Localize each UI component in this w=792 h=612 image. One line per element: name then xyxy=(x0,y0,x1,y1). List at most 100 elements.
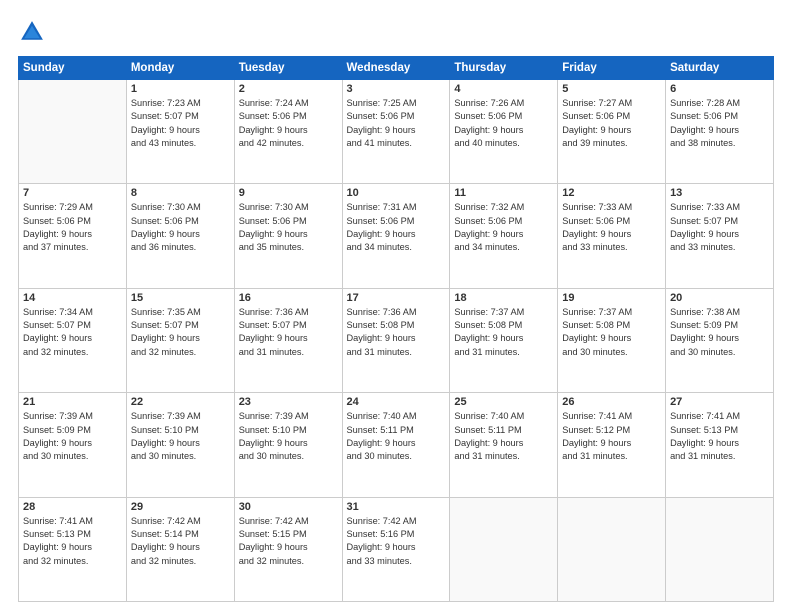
cell-info: Sunrise: 7:41 AMSunset: 5:13 PMDaylight:… xyxy=(23,515,122,568)
calendar-cell: 23Sunrise: 7:39 AMSunset: 5:10 PMDayligh… xyxy=(234,393,342,497)
cell-info: Sunrise: 7:24 AMSunset: 5:06 PMDaylight:… xyxy=(239,97,338,150)
cell-info: Sunrise: 7:40 AMSunset: 5:11 PMDaylight:… xyxy=(347,410,446,463)
cell-info: Sunrise: 7:39 AMSunset: 5:09 PMDaylight:… xyxy=(23,410,122,463)
day-number: 25 xyxy=(454,396,553,408)
cell-info: Sunrise: 7:33 AMSunset: 5:07 PMDaylight:… xyxy=(670,201,769,254)
day-number: 13 xyxy=(670,187,769,199)
day-number: 9 xyxy=(239,187,338,199)
week-row-4: 28 Sunrise: 7:41 AMSunset: 5:13 PMDayligh… xyxy=(19,497,774,601)
calendar-cell: 11 Sunrise: 7:32 AMSunset: 5:06 PMDayligh… xyxy=(450,184,558,288)
calendar-cell: 4 Sunrise: 7:26 AMSunset: 5:06 PMDaylight… xyxy=(450,80,558,184)
week-row-3: 21 Sunrise: 7:39 AMSunset: 5:09 PMDayligh… xyxy=(19,393,774,497)
calendar-cell: 25 Sunrise: 7:40 AMSunset: 5:11 PMDayligh… xyxy=(450,393,558,497)
day-number: 4 xyxy=(454,83,553,95)
day-number: 22 xyxy=(131,396,230,408)
calendar-cell: 14 Sunrise: 7:34 AMSunset: 5:07 PMDayligh… xyxy=(19,288,127,392)
calendar-cell: 29 Sunrise: 7:42 AMSunset: 5:14 PMDayligh… xyxy=(126,497,234,601)
calendar-cell: 20 Sunrise: 7:38 AMSunset: 5:09 PMDayligh… xyxy=(666,288,774,392)
calendar-cell: 15Sunrise: 7:35 AMSunset: 5:07 PMDayligh… xyxy=(126,288,234,392)
calendar-cell xyxy=(19,80,127,184)
day-number: 30 xyxy=(239,501,338,513)
cell-info: Sunrise: 7:37 AMSunset: 5:08 PMDaylight:… xyxy=(562,306,661,359)
cell-info: Sunrise: 7:30 AMSunset: 5:06 PMDaylight:… xyxy=(131,201,230,254)
calendar-cell: 2 Sunrise: 7:24 AMSunset: 5:06 PMDaylight… xyxy=(234,80,342,184)
cell-info: Sunrise: 7:36 AMSunset: 5:08 PMDaylight:… xyxy=(347,306,446,359)
cell-info: Sunrise: 7:40 AMSunset: 5:11 PMDaylight:… xyxy=(454,410,553,463)
week-row-1: 7Sunrise: 7:29 AMSunset: 5:06 PMDaylight… xyxy=(19,184,774,288)
cell-info: Sunrise: 7:25 AMSunset: 5:06 PMDaylight:… xyxy=(347,97,446,150)
cell-info: Sunrise: 7:41 AMSunset: 5:13 PMDaylight:… xyxy=(670,410,769,463)
cell-info: Sunrise: 7:26 AMSunset: 5:06 PMDaylight:… xyxy=(454,97,553,150)
day-number: 26 xyxy=(562,396,661,408)
calendar-cell: 17Sunrise: 7:36 AMSunset: 5:08 PMDayligh… xyxy=(342,288,450,392)
weekday-header-sunday: Sunday xyxy=(19,57,127,80)
calendar-cell: 5Sunrise: 7:27 AMSunset: 5:06 PMDaylight… xyxy=(558,80,666,184)
cell-info: Sunrise: 7:34 AMSunset: 5:07 PMDaylight:… xyxy=(23,306,122,359)
calendar-cell: 28 Sunrise: 7:41 AMSunset: 5:13 PMDayligh… xyxy=(19,497,127,601)
page: SundayMondayTuesdayWednesdayThursdayFrid… xyxy=(0,0,792,612)
day-number: 11 xyxy=(454,187,553,199)
cell-info: Sunrise: 7:30 AMSunset: 5:06 PMDaylight:… xyxy=(239,201,338,254)
cell-info: Sunrise: 7:42 AMSunset: 5:16 PMDaylight:… xyxy=(347,515,446,568)
calendar-cell xyxy=(450,497,558,601)
day-number: 3 xyxy=(347,83,446,95)
day-number: 10 xyxy=(347,187,446,199)
calendar-cell xyxy=(666,497,774,601)
header xyxy=(18,18,774,46)
calendar-cell: 6 Sunrise: 7:28 AMSunset: 5:06 PMDaylight… xyxy=(666,80,774,184)
weekday-header-thursday: Thursday xyxy=(450,57,558,80)
cell-info: Sunrise: 7:28 AMSunset: 5:06 PMDaylight:… xyxy=(670,97,769,150)
calendar-cell: 30 Sunrise: 7:42 AMSunset: 5:15 PMDayligh… xyxy=(234,497,342,601)
weekday-header-monday: Monday xyxy=(126,57,234,80)
day-number: 28 xyxy=(23,501,122,513)
day-number: 12 xyxy=(562,187,661,199)
calendar-cell: 27 Sunrise: 7:41 AMSunset: 5:13 PMDayligh… xyxy=(666,393,774,497)
day-number: 20 xyxy=(670,292,769,304)
calendar-cell: 31 Sunrise: 7:42 AMSunset: 5:16 PMDayligh… xyxy=(342,497,450,601)
day-number: 16 xyxy=(239,292,338,304)
logo xyxy=(18,18,50,46)
calendar-cell: 7Sunrise: 7:29 AMSunset: 5:06 PMDaylight… xyxy=(19,184,127,288)
calendar-cell: 1Sunrise: 7:23 AMSunset: 5:07 PMDaylight… xyxy=(126,80,234,184)
day-number: 21 xyxy=(23,396,122,408)
calendar-cell: 13 Sunrise: 7:33 AMSunset: 5:07 PMDayligh… xyxy=(666,184,774,288)
calendar-cell: 16 Sunrise: 7:36 AMSunset: 5:07 PMDayligh… xyxy=(234,288,342,392)
day-number: 2 xyxy=(239,83,338,95)
cell-info: Sunrise: 7:39 AMSunset: 5:10 PMDaylight:… xyxy=(131,410,230,463)
calendar-cell: 19 Sunrise: 7:37 AMSunset: 5:08 PMDayligh… xyxy=(558,288,666,392)
cell-info: Sunrise: 7:42 AMSunset: 5:14 PMDaylight:… xyxy=(131,515,230,568)
cell-info: Sunrise: 7:31 AMSunset: 5:06 PMDaylight:… xyxy=(347,201,446,254)
day-number: 19 xyxy=(562,292,661,304)
calendar-cell: 26Sunrise: 7:41 AMSunset: 5:12 PMDayligh… xyxy=(558,393,666,497)
day-number: 29 xyxy=(131,501,230,513)
cell-info: Sunrise: 7:42 AMSunset: 5:15 PMDaylight:… xyxy=(239,515,338,568)
weekday-header-wednesday: Wednesday xyxy=(342,57,450,80)
calendar-cell: 8Sunrise: 7:30 AMSunset: 5:06 PMDaylight… xyxy=(126,184,234,288)
day-number: 5 xyxy=(562,83,661,95)
weekday-header-friday: Friday xyxy=(558,57,666,80)
cell-info: Sunrise: 7:32 AMSunset: 5:06 PMDaylight:… xyxy=(454,201,553,254)
day-number: 27 xyxy=(670,396,769,408)
cell-info: Sunrise: 7:36 AMSunset: 5:07 PMDaylight:… xyxy=(239,306,338,359)
day-number: 14 xyxy=(23,292,122,304)
calendar-cell xyxy=(558,497,666,601)
calendar-cell: 9 Sunrise: 7:30 AMSunset: 5:06 PMDaylight… xyxy=(234,184,342,288)
day-number: 31 xyxy=(347,501,446,513)
weekday-header-saturday: Saturday xyxy=(666,57,774,80)
week-row-2: 14 Sunrise: 7:34 AMSunset: 5:07 PMDayligh… xyxy=(19,288,774,392)
day-number: 6 xyxy=(670,83,769,95)
calendar-cell: 18Sunrise: 7:37 AMSunset: 5:08 PMDayligh… xyxy=(450,288,558,392)
calendar-cell: 10 Sunrise: 7:31 AMSunset: 5:06 PMDayligh… xyxy=(342,184,450,288)
cell-info: Sunrise: 7:29 AMSunset: 5:06 PMDaylight:… xyxy=(23,201,122,254)
weekday-header-row: SundayMondayTuesdayWednesdayThursdayFrid… xyxy=(19,57,774,80)
cell-info: Sunrise: 7:33 AMSunset: 5:06 PMDaylight:… xyxy=(562,201,661,254)
calendar-cell: 22 Sunrise: 7:39 AMSunset: 5:10 PMDayligh… xyxy=(126,393,234,497)
day-number: 24 xyxy=(347,396,446,408)
weekday-header-tuesday: Tuesday xyxy=(234,57,342,80)
day-number: 15 xyxy=(131,292,230,304)
day-number: 1 xyxy=(131,83,230,95)
cell-info: Sunrise: 7:39 AMSunset: 5:10 PMDaylight:… xyxy=(239,410,338,463)
calendar-cell: 24 Sunrise: 7:40 AMSunset: 5:11 PMDayligh… xyxy=(342,393,450,497)
cell-info: Sunrise: 7:38 AMSunset: 5:09 PMDaylight:… xyxy=(670,306,769,359)
day-number: 18 xyxy=(454,292,553,304)
